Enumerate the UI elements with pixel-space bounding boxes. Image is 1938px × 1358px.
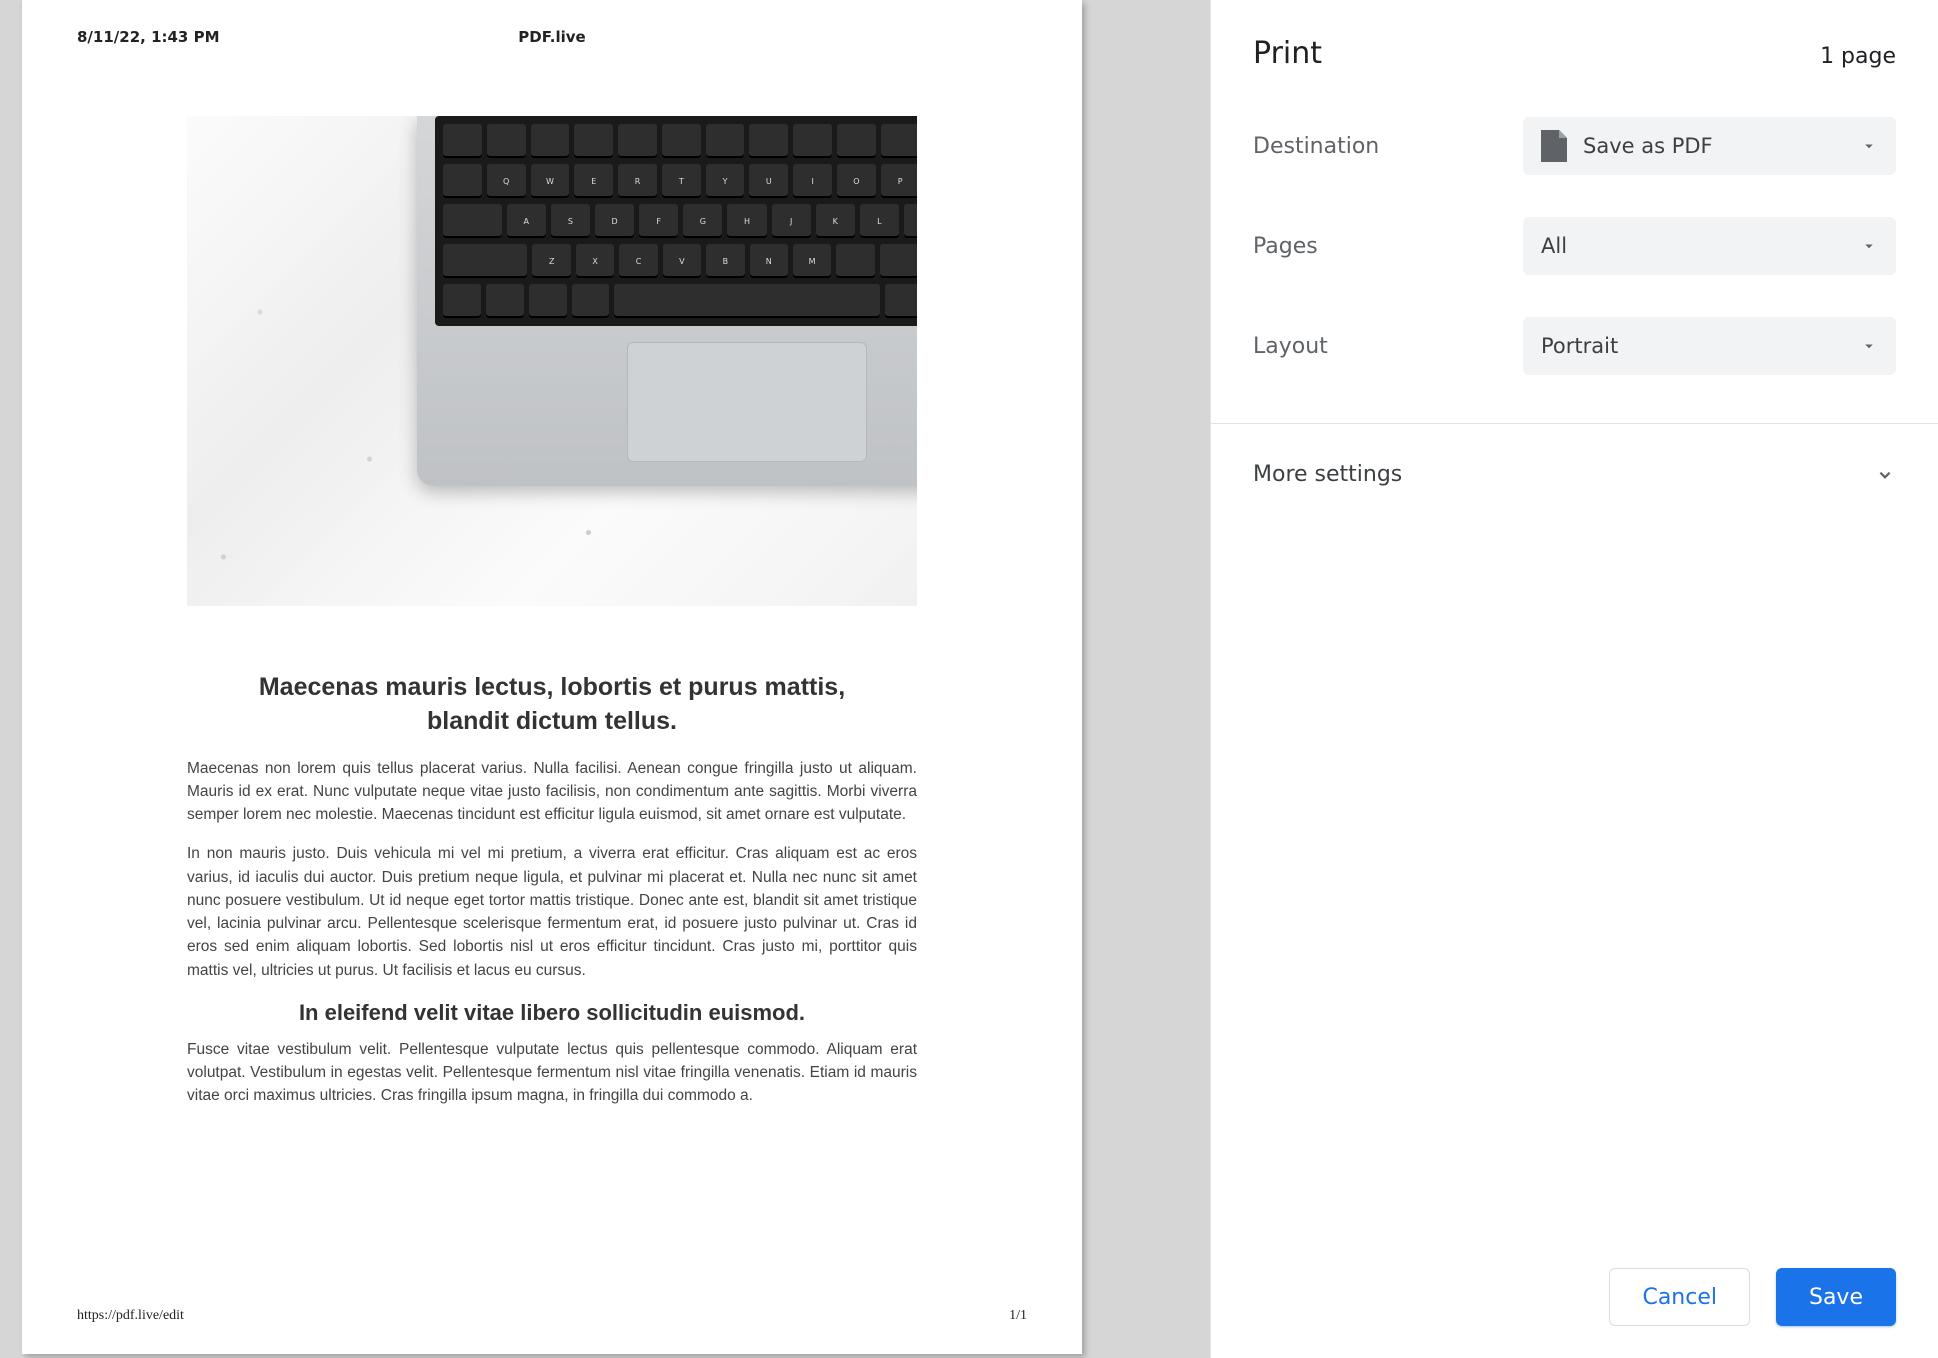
preview-page: 8/11/22, 1:43 PM PDF.live QWERTYUIOP ASD… xyxy=(22,0,1082,1354)
destination-value: Save as PDF xyxy=(1583,134,1713,158)
doc-paragraph: In non mauris justo. Duis vehicula mi ve… xyxy=(187,842,917,982)
page-count: 1 page xyxy=(1820,44,1896,69)
panel-header: Print 1 page xyxy=(1253,36,1896,71)
layout-label: Layout xyxy=(1253,334,1523,359)
footer-url: https://pdf.live/edit xyxy=(77,1308,184,1324)
destination-label: Destination xyxy=(1253,134,1523,159)
chevron-down-icon xyxy=(1860,337,1878,355)
doc-heading-2: In eleifend velit vitae libero sollicitu… xyxy=(187,1000,917,1026)
chevron-down-icon xyxy=(1874,464,1896,486)
doc-heading-1: Maecenas mauris lectus, lobortis et puru… xyxy=(237,671,867,739)
print-dialog: 8/11/22, 1:43 PM PDF.live QWERTYUIOP ASD… xyxy=(0,0,1938,1358)
preview-pane[interactable]: 8/11/22, 1:43 PM PDF.live QWERTYUIOP ASD… xyxy=(0,0,1210,1358)
chevron-down-icon xyxy=(1860,237,1878,255)
header-title: PDF.live xyxy=(22,28,1082,46)
more-settings-label: More settings xyxy=(1253,462,1402,487)
hero-image: QWERTYUIOP ASDFGHJKL ZXCVBNM xyxy=(187,116,917,606)
laptop-graphic: QWERTYUIOP ASDFGHJKL ZXCVBNM xyxy=(417,116,917,486)
layout-row: Layout Portrait xyxy=(1253,317,1896,375)
pages-label: Pages xyxy=(1253,234,1523,259)
doc-paragraph: Maecenas non lorem quis tellus placerat … xyxy=(187,757,917,827)
save-button[interactable]: Save xyxy=(1776,1268,1896,1326)
pages-value: All xyxy=(1541,234,1567,258)
doc-paragraph: Fusce vitae vestibulum velit. Pellentesq… xyxy=(187,1038,917,1108)
destination-select[interactable]: Save as PDF xyxy=(1523,117,1896,175)
settings-panel: Print 1 page Destination Save as PDF Pag… xyxy=(1210,0,1938,1358)
layout-value: Portrait xyxy=(1541,334,1618,358)
save-button-label: Save xyxy=(1809,1285,1863,1310)
pages-row: Pages All xyxy=(1253,217,1896,275)
destination-row: Destination Save as PDF xyxy=(1253,117,1896,175)
cancel-button[interactable]: Cancel xyxy=(1609,1268,1750,1326)
panel-title: Print xyxy=(1253,36,1322,71)
dialog-buttons: Cancel Save xyxy=(1253,1268,1896,1332)
pdf-file-icon xyxy=(1541,130,1567,162)
page-footer: https://pdf.live/edit 1/1 xyxy=(77,1308,1027,1324)
cancel-button-label: Cancel xyxy=(1642,1285,1717,1310)
document-body: Maecenas mauris lectus, lobortis et puru… xyxy=(187,661,917,1124)
divider xyxy=(1211,423,1938,424)
footer-page-number: 1/1 xyxy=(1009,1308,1027,1324)
pages-select[interactable]: All xyxy=(1523,217,1896,275)
page-header: 8/11/22, 1:43 PM PDF.live xyxy=(77,28,1027,46)
chevron-down-icon xyxy=(1860,137,1878,155)
layout-select[interactable]: Portrait xyxy=(1523,317,1896,375)
more-settings-toggle[interactable]: More settings xyxy=(1253,458,1896,491)
